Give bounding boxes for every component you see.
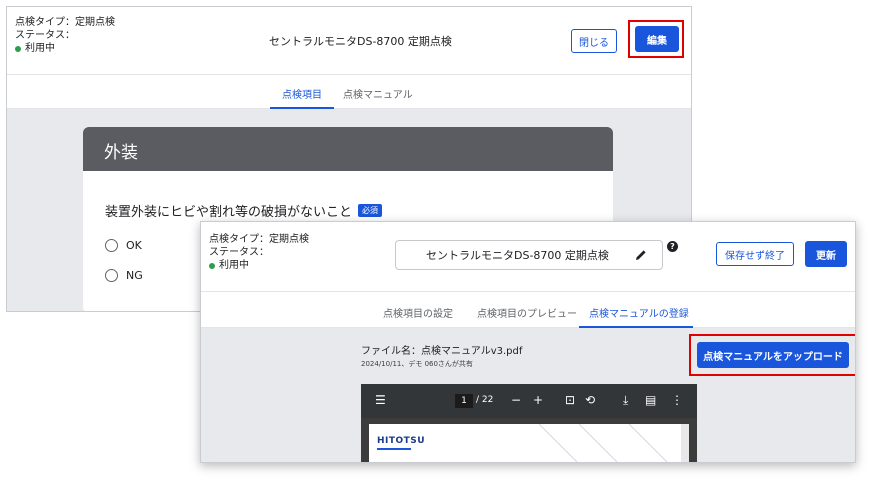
exit-without-saving-button[interactable]: 保存せず終了	[716, 242, 794, 266]
pdf-toolbar: ☰ 1 / 22 − + ⊡ ⟲ ⤓ ▤ ⋮	[361, 384, 697, 418]
page-title: セントラルモニタDS-8700 定期点検	[269, 35, 452, 48]
inspection-edit-window: 点検タイプ：定期点検 ステータス： 利用中 セントラルモニタDS-8700 定期…	[200, 221, 856, 463]
document-logo: HITOTSU	[377, 436, 426, 446]
tab-inspection-items[interactable]: 点検項目	[282, 86, 322, 101]
section-title: 外装	[83, 127, 613, 171]
print-icon[interactable]: ▤	[645, 393, 656, 407]
tab-item-preview[interactable]: 点検項目のプレビュー	[477, 305, 577, 320]
page-number-input[interactable]: 1	[455, 394, 473, 408]
pdf-scrollbar[interactable]	[681, 424, 689, 462]
menu-icon[interactable]: ☰	[375, 393, 386, 407]
status-dot-icon	[15, 45, 21, 52]
option-ok-label: OK	[126, 239, 142, 252]
edit-tabs: 点検項目の設定 点検項目のプレビュー 点検マニュアルの登録	[201, 292, 855, 328]
status-label: ステータス：	[209, 247, 269, 258]
tab-item-settings[interactable]: 点検項目の設定	[383, 305, 453, 320]
title-input[interactable]: セントラルモニタDS-8700 定期点検	[395, 240, 663, 270]
option-ng-label: NG	[126, 269, 143, 282]
inspection-meta: 点検タイプ：定期点検 ステータス： 利用中	[15, 16, 115, 55]
tab-manual-registration[interactable]: 点検マニュアルの登録	[589, 305, 689, 320]
upload-highlight-frame	[689, 334, 855, 376]
help-icon[interactable]: ?	[667, 241, 678, 252]
radio-ok[interactable]	[105, 239, 118, 252]
zoom-out-icon[interactable]: −	[511, 393, 521, 407]
logo-underline	[377, 448, 411, 450]
close-button[interactable]: 閉じる	[571, 29, 617, 53]
fit-page-icon[interactable]: ⊡	[565, 393, 575, 407]
inspection-meta: 点検タイプ：定期点検 ステータス： 利用中	[209, 233, 309, 272]
download-icon[interactable]: ⤓	[623, 393, 628, 408]
inspection-type: 点検タイプ：定期点検	[15, 17, 115, 28]
edit-body: ファイル名：点検マニュアルv3.pdf 2024/10/11、デモ 060さんが…	[201, 328, 855, 462]
status-value: 利用中	[219, 260, 249, 271]
status-indicator: 利用中	[209, 259, 309, 272]
tab-inspection-manual[interactable]: 点検マニュアル	[343, 86, 413, 101]
pdf-page: HITOTSU	[369, 424, 681, 462]
option-ok[interactable]: OK	[105, 239, 142, 252]
page-decoration	[538, 424, 668, 462]
zoom-in-icon[interactable]: +	[533, 393, 543, 407]
option-ng[interactable]: NG	[105, 269, 143, 282]
question-text: 装置外装にヒビや割れ等の破損がないこと	[105, 205, 353, 220]
status-label: ステータス：	[15, 30, 75, 41]
view-header: 点検タイプ：定期点検 ステータス： 利用中 セントラルモニタDS-8700 定期…	[7, 7, 691, 75]
inspection-type: 点検タイプ：定期点検	[209, 234, 309, 245]
update-button[interactable]: 更新	[805, 241, 847, 267]
rotate-icon[interactable]: ⟲	[585, 393, 595, 407]
more-icon[interactable]: ⋮	[671, 393, 683, 407]
page-count: / 22	[476, 395, 494, 405]
file-name: ファイル名：点検マニュアルv3.pdf	[361, 346, 523, 357]
status-indicator: 利用中	[15, 42, 115, 55]
file-share-info: 2024/10/11、デモ 060さんが共有	[361, 360, 473, 368]
required-badge: 必須	[358, 204, 383, 217]
edit-highlight-frame	[628, 20, 684, 58]
pencil-icon[interactable]	[634, 248, 648, 262]
edit-header: 点検タイプ：定期点検 ステータス： 利用中 セントラルモニタDS-8700 定期…	[201, 222, 855, 292]
status-dot-icon	[209, 262, 215, 269]
question-row: 装置外装にヒビや割れ等の破損がないこと 必須	[105, 201, 383, 220]
radio-ng[interactable]	[105, 269, 118, 282]
pdf-viewer[interactable]: ☰ 1 / 22 − + ⊡ ⟲ ⤓ ▤ ⋮ HITOTSU	[361, 384, 697, 462]
title-input-value: セントラルモニタDS-8700 定期点検	[426, 249, 609, 262]
status-value: 利用中	[25, 43, 55, 54]
view-tabs: 点検項目 点検マニュアル	[7, 75, 691, 109]
